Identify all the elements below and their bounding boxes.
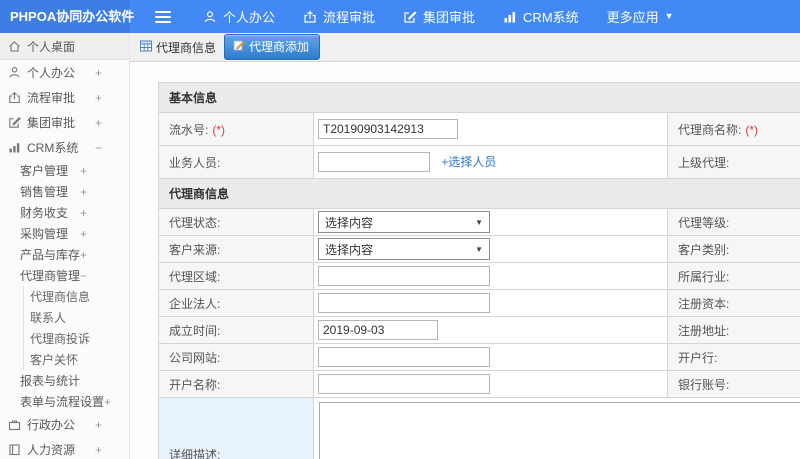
chart-icon — [503, 10, 517, 24]
sidebar-item-sales-mgmt[interactable]: 销售管理 + — [0, 181, 129, 202]
account-name-label: 开户名称: — [158, 370, 314, 398]
share-icon — [8, 91, 21, 104]
user-icon — [8, 66, 21, 79]
bank-account-label: 银行账号: — [667, 370, 800, 398]
founded-date-label: 成立时间: — [158, 316, 314, 344]
staff-label: 业务人员: — [158, 145, 314, 179]
sidebar-item-group-approval[interactable]: 集团审批 + — [0, 110, 129, 135]
chart-icon — [8, 141, 21, 154]
registered-address-label: 注册地址: — [667, 316, 800, 344]
sidebar-item-admin-office[interactable]: 行政办公 + — [0, 412, 129, 437]
parent-agent-label: 上级代理: — [667, 145, 800, 179]
top-navigation: 个人办公 流程审批 集团审批 CRM系统 更多应用 ▼ — [203, 7, 702, 26]
nav-group-approval[interactable]: 集团审批 — [403, 7, 475, 26]
agent-add-form: 基本信息 流水号:(*) 代理商名称:(*) 业务人员: — [157, 82, 800, 459]
nav-personal-office[interactable]: 个人办公 — [203, 7, 275, 26]
edit-add-icon — [233, 39, 245, 54]
sidebar-item-crm-system[interactable]: CRM系统 − — [0, 135, 129, 160]
sidebar-item-agent-complaints[interactable]: 代理商投诉 — [0, 328, 129, 349]
tab-agent-add[interactable]: 代理商添加 — [224, 34, 321, 60]
agent-region-label: 代理区域: — [158, 262, 314, 290]
choose-staff-link[interactable]: +选择人员 — [441, 155, 496, 169]
section-header-basic-info: 基本信息 — [157, 82, 800, 113]
agent-status-label: 代理状态: — [158, 208, 314, 236]
tab-agent-info[interactable]: 代理商信息 — [140, 39, 216, 56]
edit-icon — [8, 116, 21, 129]
serial-input[interactable] — [318, 119, 458, 139]
sidebar-item-customer-mgmt[interactable]: 客户管理 + — [0, 160, 129, 181]
edit-icon — [403, 10, 417, 24]
legal-person-label: 企业法人: — [158, 289, 314, 317]
table-icon — [140, 40, 152, 55]
required-marker: (*) — [212, 122, 226, 137]
agent-name-label: 代理商名称: (*) — [667, 112, 800, 146]
customer-category-label: 客户类别: — [667, 235, 800, 263]
caret-down-icon: ▼ — [475, 244, 483, 254]
industry-label: 所属行业: — [667, 262, 800, 290]
sidebar-item-hr[interactable]: 人力资源 + — [0, 437, 129, 459]
registered-capital-label: 注册资本: — [667, 289, 800, 317]
sidebar-item-workflow-approval[interactable]: 流程审批 + — [0, 85, 129, 110]
nav-workflow-approval[interactable]: 流程审批 — [303, 7, 375, 26]
app-logo: PHPOA协同办公软件 — [0, 0, 134, 33]
legal-person-input[interactable] — [318, 293, 490, 313]
sidebar-item-customer-care[interactable]: 客户关怀 — [0, 349, 129, 370]
agent-region-input[interactable] — [318, 266, 490, 286]
sidebar-item-desktop[interactable]: 个人桌面 — [0, 33, 129, 60]
serial-label: 流水号: (*) — [158, 112, 314, 146]
hamburger-menu-icon[interactable] — [155, 8, 171, 26]
bank-label: 开户行: — [667, 343, 800, 371]
caret-down-icon: ▼ — [475, 217, 483, 227]
description-textarea[interactable] — [319, 402, 800, 459]
share-icon — [303, 10, 317, 24]
sidebar-item-personal-office[interactable]: 个人办公 + — [0, 60, 129, 85]
founded-date-input[interactable] — [318, 320, 438, 340]
nav-crm-system[interactable]: CRM系统 — [503, 7, 579, 26]
topbar: PHPOA协同办公软件 个人办公 流程审批 集团审批 CRM系统 更多应用 ▼ — [0, 0, 800, 33]
sidebar-item-reports-stats[interactable]: 报表与统计 — [0, 370, 129, 391]
staff-input[interactable] — [318, 152, 430, 172]
customer-source-select[interactable]: 选择内容 ▼ — [318, 238, 490, 260]
required-marker: (*) — [745, 122, 759, 137]
section-header-agent-info: 代理商信息 — [157, 178, 800, 209]
sidebar-item-purchasing[interactable]: 采购管理 + — [0, 223, 129, 244]
nav-more-apps[interactable]: 更多应用 ▼ — [607, 7, 674, 26]
user-icon — [203, 10, 217, 24]
website-input[interactable] — [318, 347, 490, 367]
agent-grade-label: 代理等级: — [667, 208, 800, 236]
home-icon — [8, 40, 21, 53]
customer-source-label: 客户来源: — [158, 235, 314, 263]
website-label: 公司网站: — [158, 343, 314, 371]
briefcase-icon — [8, 418, 21, 431]
account-name-input[interactable] — [318, 374, 490, 394]
sidebar-item-finance[interactable]: 财务收支 + — [0, 202, 129, 223]
sidebar: 个人桌面 个人办公 + 流程审批 + 集团审批 + CRM系统 − 客户管理 +… — [0, 33, 130, 459]
sidebar-item-agent-mgmt[interactable]: 代理商管理 − — [0, 265, 129, 286]
sidebar-item-form-workflow-settings[interactable]: 表单与流程设置 + — [0, 391, 129, 412]
sidebar-item-agent-info[interactable]: 代理商信息 — [0, 286, 129, 307]
caret-down-icon: ▼ — [664, 11, 674, 21]
tab-strip: 代理商信息 代理商添加 — [130, 33, 800, 62]
agent-status-select[interactable]: 选择内容 ▼ — [318, 211, 490, 233]
sidebar-item-products-inventory[interactable]: 产品与库存 + — [0, 244, 129, 265]
sidebar-item-contacts[interactable]: 联系人 — [0, 307, 129, 328]
main-content: 代理商信息 代理商添加 基本信息 流水号: (*) T2019090314291… — [130, 33, 800, 459]
book-icon — [8, 443, 21, 456]
description-label: 详细描述: — [158, 397, 314, 459]
